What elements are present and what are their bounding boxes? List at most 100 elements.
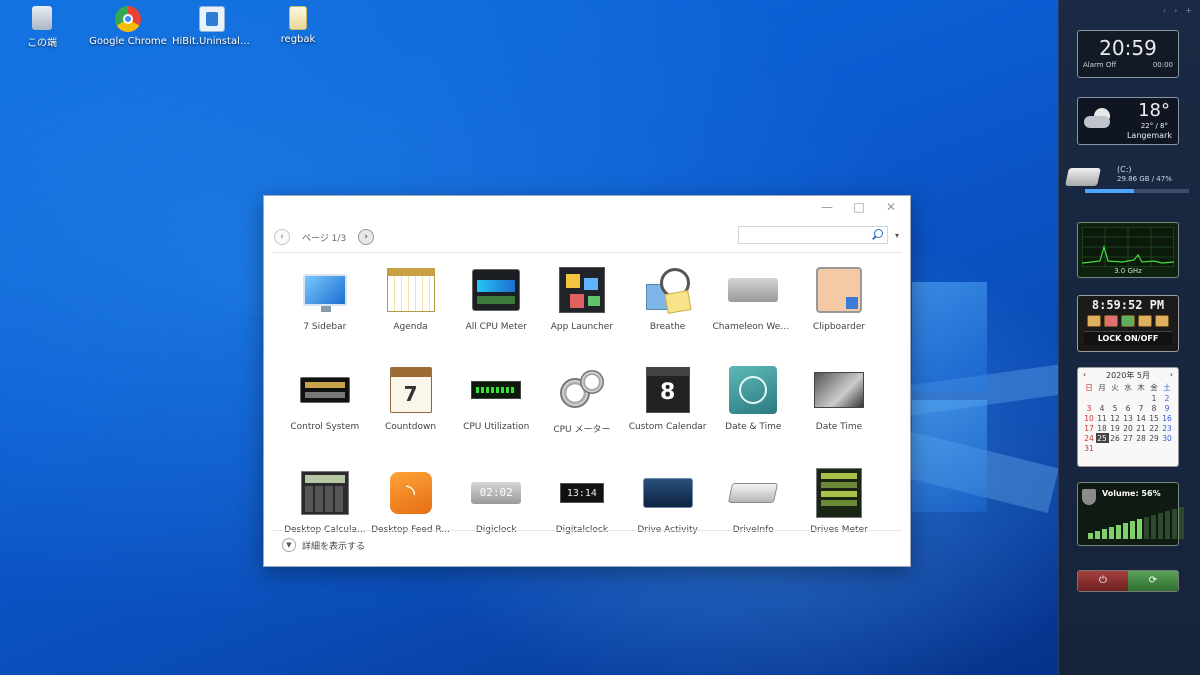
calendar-day[interactable]: 22	[1148, 423, 1161, 433]
alarm-time: 00:00	[1152, 61, 1173, 69]
gadget-tile[interactable]: ◝ Desktop Feed R...	[368, 467, 454, 535]
calendar-day[interactable]: 2	[1161, 393, 1174, 403]
window-controls: — □ ✕	[818, 200, 900, 214]
gadget-tile[interactable]: Drives Meter	[796, 467, 882, 535]
gadget-tile[interactable]: Date & Time	[710, 364, 796, 435]
calendar-day[interactable]: 16	[1161, 413, 1174, 423]
calendar-day[interactable]: 15	[1148, 413, 1161, 423]
app-launcher-icon	[556, 264, 608, 316]
next-page-button[interactable]: ›	[358, 229, 375, 245]
search-input[interactable]: ▾	[738, 226, 899, 244]
calendar-day[interactable]: 14	[1135, 413, 1148, 423]
calendar-day	[1161, 443, 1174, 453]
volume-gadget[interactable]: Volume: 56%	[1077, 482, 1184, 546]
drive-usage-fill	[1085, 189, 1134, 193]
gadget-tile[interactable]: Breathe	[625, 264, 711, 332]
cpu-graph-icon	[470, 364, 522, 416]
calendar-day[interactable]: 3	[1083, 403, 1096, 413]
volume-bar	[1151, 515, 1156, 539]
gadget-tile[interactable]: 8 Custom Calendar	[625, 364, 711, 435]
gadget-tile[interactable]: Drive Activity	[625, 467, 711, 535]
calendar-day[interactable]: 7	[1135, 403, 1148, 413]
drive-gadget[interactable]: (C:) 29.86 GB / 47%	[1065, 162, 1193, 196]
gadget-tile[interactable]: CPU Utilization	[453, 364, 539, 435]
gadget-tile[interactable]: Desktop Calcula...	[282, 467, 368, 535]
calendar-gadget[interactable]: ‹ 2020年 5月 › 日月火水木金土 1 2 3 4 5 6 7 8 9 10 11 12 13 14 1…	[1077, 367, 1179, 467]
calendar-day[interactable]: 25	[1095, 433, 1109, 443]
show-details-toggle[interactable]: ▼ 詳細を表示する	[282, 538, 365, 552]
search-icon[interactable]	[874, 229, 883, 238]
calendar-day[interactable]: 11	[1096, 413, 1109, 423]
gadget-name: Breathe	[649, 322, 686, 332]
clock-gadget[interactable]: 20:59 Alarm Off 00:00	[1077, 30, 1179, 78]
calendar-day[interactable]: 30	[1161, 433, 1174, 443]
calendar-day[interactable]: 29	[1148, 433, 1161, 443]
gadget-tile[interactable]: Control System	[282, 364, 368, 435]
calendar-day	[1083, 393, 1096, 403]
calendar-day[interactable]: 26	[1109, 433, 1122, 443]
calendar-day[interactable]: 31	[1083, 443, 1096, 453]
calendar-day[interactable]: 9	[1161, 403, 1174, 413]
desktop-icon-hibit[interactable]: HiBit.Uninstaller...	[172, 6, 252, 47]
calendar-day[interactable]: 18	[1096, 423, 1109, 433]
maximize-button[interactable]: □	[850, 200, 868, 214]
calendar-day[interactable]: 21	[1135, 423, 1148, 433]
calendar-day[interactable]: 23	[1161, 423, 1174, 433]
gadget-name: CPU メーター	[553, 425, 611, 435]
drive-detail: 29.86 GB / 47%	[1117, 175, 1172, 183]
weather-gadget[interactable]: 18° 22° / 8° Langemark	[1077, 97, 1179, 145]
calendar-day[interactable]: 10	[1083, 413, 1096, 423]
gadget-tile[interactable]: DriveInfo	[710, 467, 796, 535]
volume-bar	[1179, 507, 1184, 539]
calendar-day[interactable]: 6	[1122, 403, 1135, 413]
volume-label: Volume: 56%	[1102, 489, 1161, 498]
prev-page-button[interactable]: ‹	[274, 229, 290, 245]
calendar-day[interactable]: 20	[1122, 423, 1135, 433]
desktop-icon-this-pc[interactable]: この端	[2, 6, 82, 49]
calendar-next-button[interactable]: ›	[1170, 370, 1173, 379]
calendar-day[interactable]: 17	[1083, 423, 1096, 433]
gadget-tile[interactable]: 7 Countdown	[368, 364, 454, 435]
calendar-day[interactable]: 5	[1109, 403, 1122, 413]
calendar-day[interactable]: 4	[1096, 403, 1109, 413]
gadget-tile[interactable]: 7 Sidebar	[282, 264, 368, 332]
power-off-button[interactable]: ⏻	[1078, 571, 1128, 591]
sidebar-prev-button[interactable]: ‹	[1163, 6, 1166, 15]
desktop-icon-regbak[interactable]: regbak	[258, 6, 338, 45]
restart-button[interactable]: ⟳	[1128, 571, 1178, 591]
calendar-day[interactable]: 24	[1083, 433, 1096, 443]
close-button[interactable]: ✕	[882, 200, 900, 214]
minimize-button[interactable]: —	[818, 200, 836, 214]
volume-bar	[1123, 523, 1128, 539]
gadget-tile[interactable]: 02:02 Digiclock	[453, 467, 539, 535]
lock-toggle[interactable]: LOCK ON/OFF	[1084, 331, 1172, 345]
search-dropdown-icon[interactable]: ▾	[895, 231, 899, 240]
cpu-graph-gadget[interactable]: 3.0 GHz	[1077, 222, 1179, 278]
sidebar-next-button[interactable]: ›	[1174, 6, 1177, 15]
calendar-day[interactable]: 28	[1135, 433, 1148, 443]
chevron-down-icon[interactable]: ▼	[282, 538, 296, 552]
gadget-tile[interactable]: Date Time	[796, 364, 882, 435]
calendar-day[interactable]: 19	[1109, 423, 1122, 433]
calendar-day[interactable]: 1	[1148, 393, 1161, 403]
drives-meter-icon	[813, 467, 865, 519]
calendar-day	[1135, 393, 1148, 403]
calendar-day[interactable]: 27	[1122, 433, 1135, 443]
desktop-icon-chrome[interactable]: Google Chrome	[88, 6, 168, 47]
calendar-day[interactable]: 12	[1109, 413, 1122, 423]
calendar-day[interactable]: 13	[1122, 413, 1135, 423]
volume-bar	[1116, 525, 1121, 539]
calendar-prev-button[interactable]: ‹	[1083, 370, 1086, 379]
gadget-tile[interactable]: Agenda	[368, 264, 454, 332]
digital-clock-gadget[interactable]: 8:59:52 PM LOCK ON/OFF	[1077, 295, 1179, 352]
gadget-tile[interactable]: All CPU Meter	[453, 264, 539, 332]
gadget-tile[interactable]: Clipboarder	[796, 264, 882, 332]
gadget-tile[interactable]: App Launcher	[539, 264, 625, 332]
gadget-tile[interactable]: CPU メーター	[539, 364, 625, 435]
drive-label: (C:)	[1117, 165, 1132, 174]
sidebar-add-button[interactable]: +	[1185, 6, 1192, 15]
gadget-tile[interactable]: 13:14 Digitalclock	[539, 467, 625, 535]
calendar-day[interactable]: 8	[1148, 403, 1161, 413]
power-gadget[interactable]: ⏻ ⟳	[1077, 570, 1179, 592]
gadget-tile[interactable]: Chameleon Wea...	[710, 264, 796, 332]
